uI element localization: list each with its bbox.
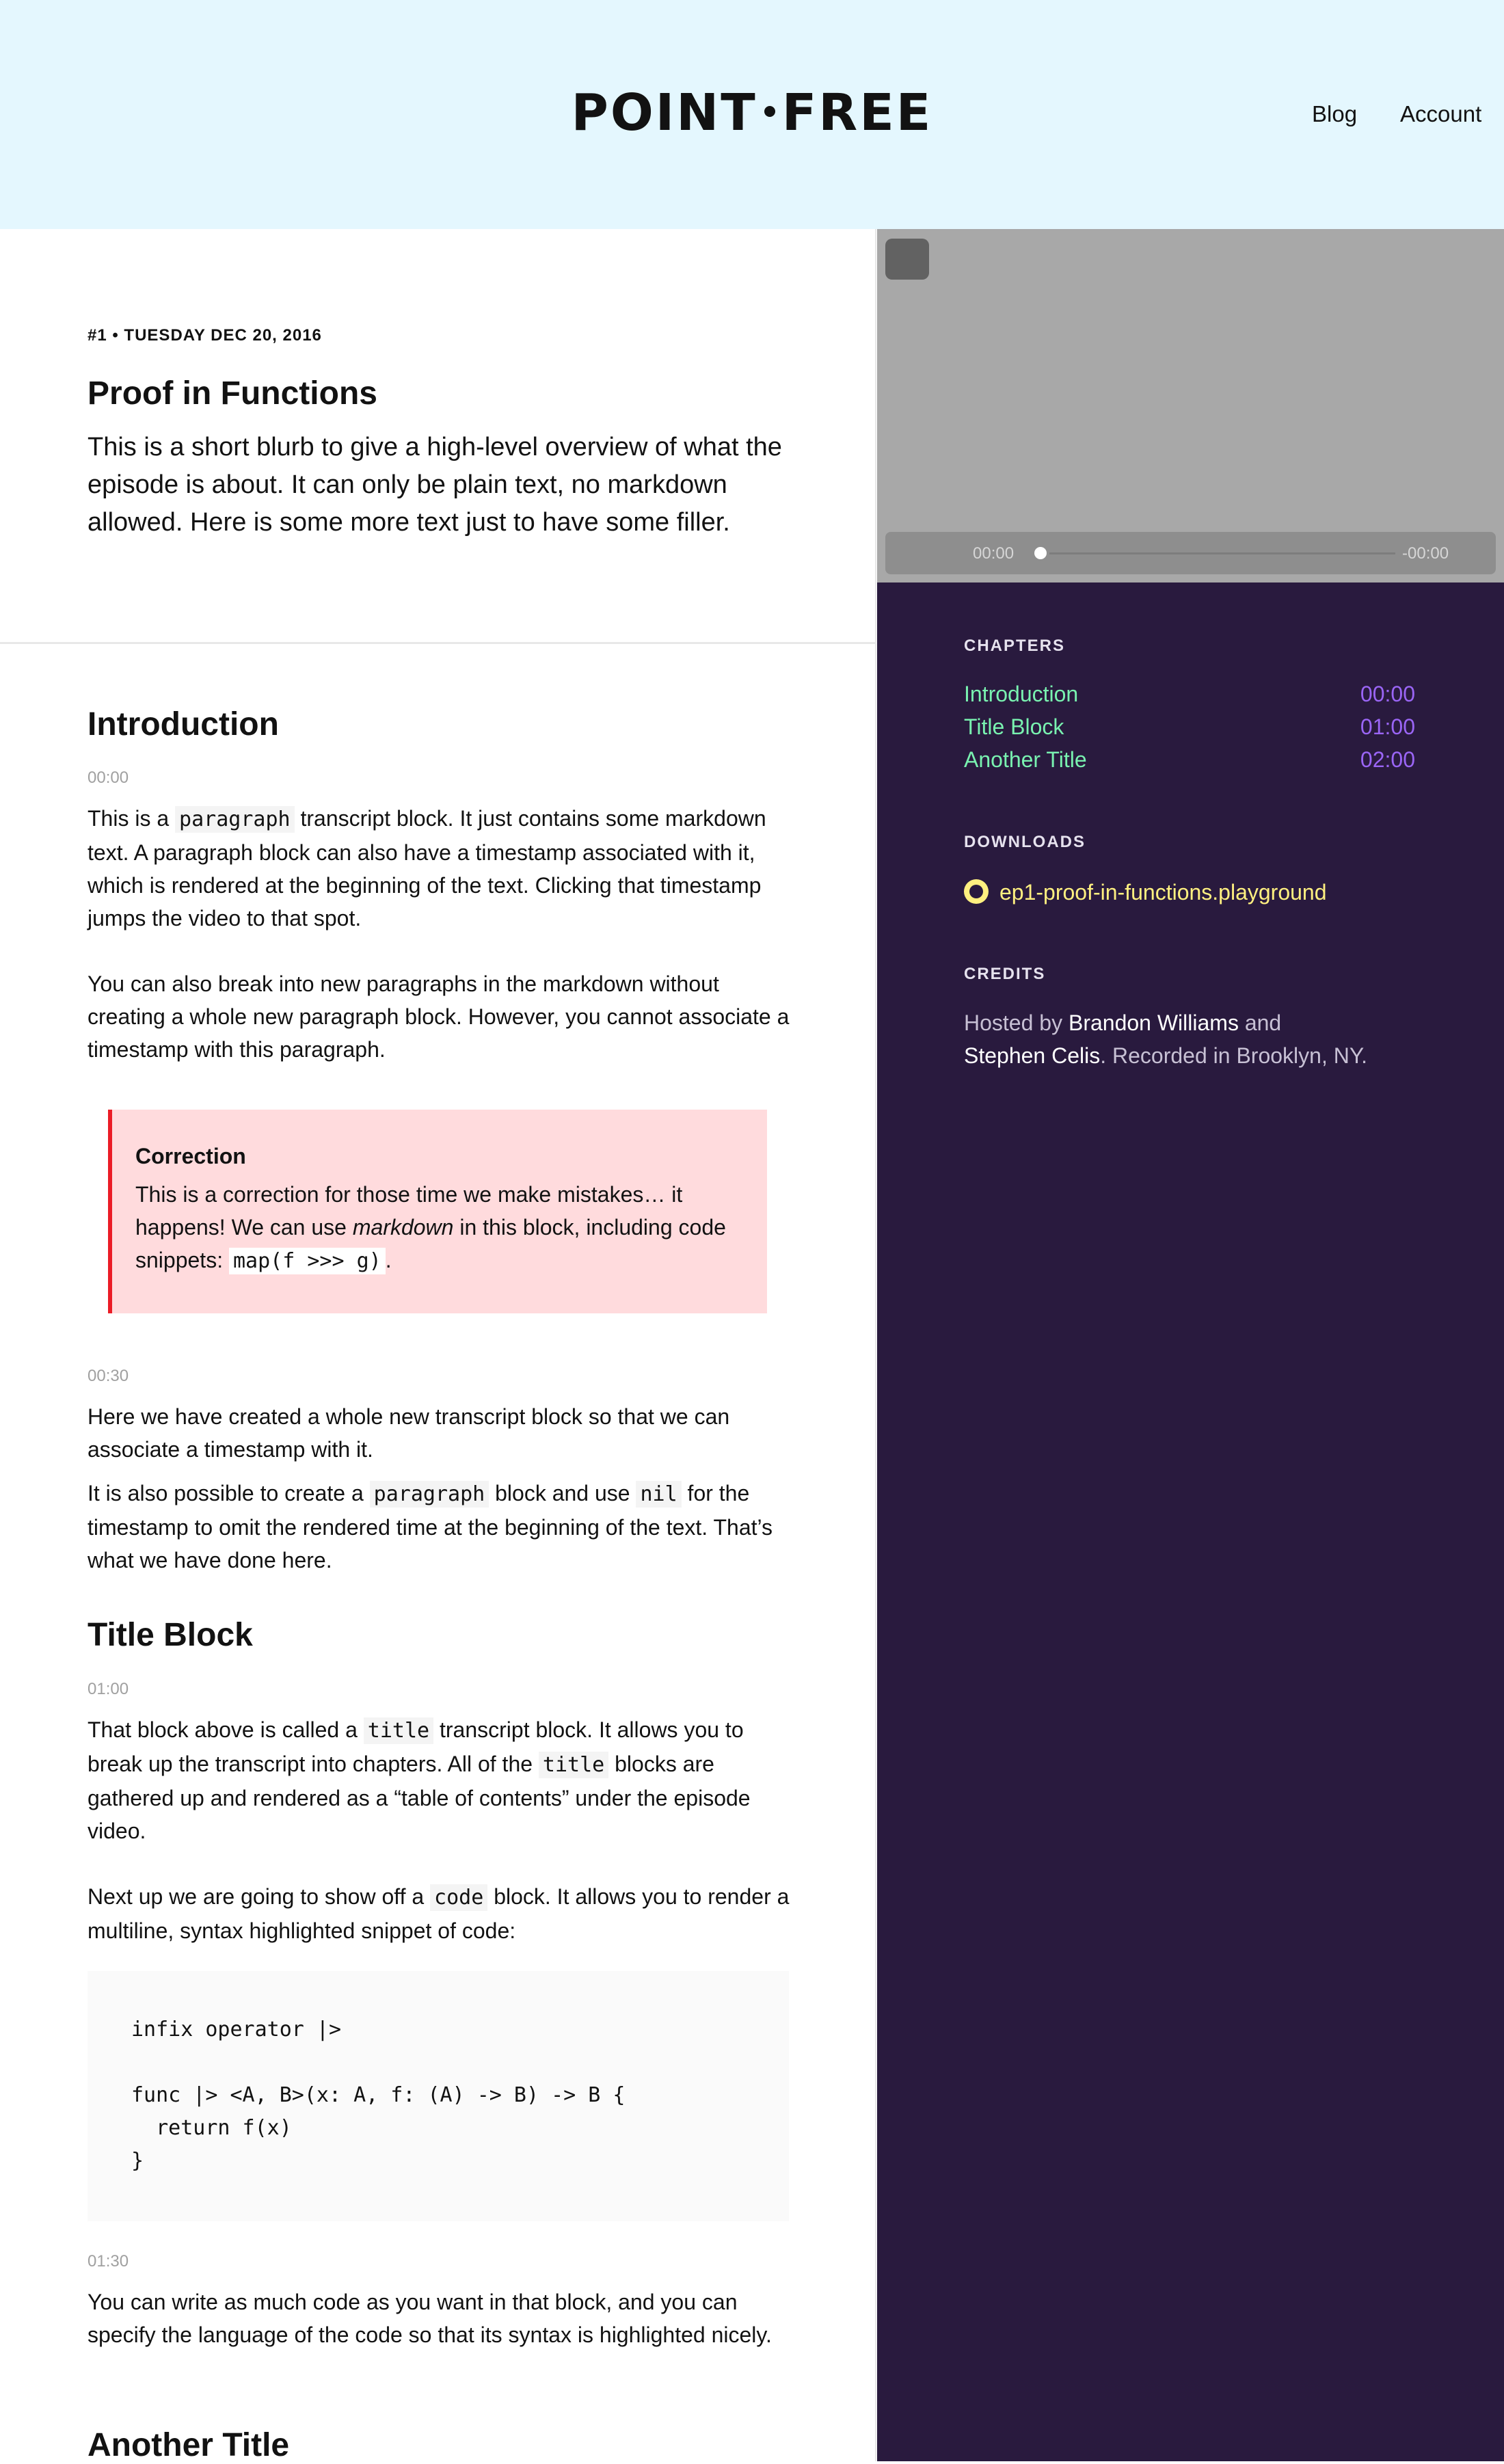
transcript-paragraph-intro-1: This is a paragraph transcript block. It… — [88, 806, 766, 930]
chapters-heading: CHAPTERS — [964, 637, 1066, 655]
episode-title: Proof in Functions — [88, 375, 377, 412]
correction-block: Correction This is a correction for thos… — [108, 1110, 767, 1313]
download-link[interactable]: ep1-proof-in-functions.playground — [964, 879, 1327, 907]
credits-heading: CREDITS — [964, 965, 1046, 983]
inline-code: paragraph — [369, 1481, 489, 1508]
inline-code: code — [430, 1884, 488, 1911]
transcript-timestamp-0100[interactable]: 01:00 — [88, 1680, 129, 1699]
header-divider — [0, 642, 875, 644]
scrubber-handle[interactable] — [1034, 547, 1047, 559]
inline-code: map(f >>> g) — [228, 1248, 386, 1274]
site-logo[interactable]: POINT FREE — [0, 83, 1504, 142]
transcript-paragraph-intro-2: You can also break into new paragraphs i… — [88, 972, 790, 1062]
episode-blurb: This is a short blurb to give a high-lev… — [88, 433, 782, 537]
video-current-time: 00:00 — [973, 544, 1015, 563]
inline-code: nil — [636, 1481, 682, 1508]
inline-code: title — [363, 1717, 434, 1744]
inline-code: title — [538, 1752, 609, 1778]
chapter-title[interactable]: Introduction — [964, 682, 1078, 706]
correction-body: This is a correction for those time we m… — [135, 1182, 726, 1274]
nav-blog-link[interactable]: Blog — [1312, 101, 1357, 127]
column-divider — [875, 229, 876, 2461]
chapter-timestamp[interactable]: 00:00 — [1360, 682, 1415, 707]
chapter-item[interactable]: Introduction 00:00 — [964, 682, 1415, 707]
chapter-title[interactable]: Another Title — [964, 747, 1087, 772]
transcript-paragraph-block2-2: It is also possible to create a paragrap… — [88, 1481, 773, 1572]
transcript-heading-another-title: Another Title — [88, 2427, 290, 2463]
transcript-heading-introduction: Introduction — [88, 706, 279, 742]
credits-text: Hosted by Brandon Williams and Stephen Ce… — [964, 1010, 1367, 1068]
correction-title: Correction — [135, 1144, 246, 1168]
transcript-paragraph-block2-1: Here we have created a whole new transcr… — [88, 1404, 730, 1462]
transcript-paragraph-title-2: Next up we are going to show off a code … — [88, 1884, 790, 1943]
chapter-timestamp[interactable]: 02:00 — [1360, 747, 1415, 773]
episode-meta: #1 • TUESDAY DEC 20, 2016 — [88, 326, 322, 345]
logo-text-free: FREE — [781, 83, 933, 142]
transcript-heading-title-block: Title Block — [88, 1617, 253, 1653]
chapter-item[interactable]: Another Title 02:00 — [964, 747, 1415, 773]
logo-dot-icon — [764, 106, 775, 118]
transcript-paragraph-title-1: That block above is called a title trans… — [88, 1717, 751, 1843]
chapter-title[interactable]: Title Block — [964, 714, 1064, 739]
chapter-timestamp[interactable]: 01:00 — [1360, 714, 1415, 740]
transcript-paragraph-block4-1: You can write as much code as you want i… — [88, 2290, 772, 2347]
play-button[interactable] — [885, 239, 929, 280]
logo-text-point: POINT — [571, 83, 757, 142]
downloads-heading: DOWNLOADS — [964, 833, 1086, 851]
download-filename[interactable]: ep1-proof-in-functions.playground — [999, 880, 1327, 905]
chapter-item[interactable]: Title Block 01:00 — [964, 714, 1415, 740]
transcript-timestamp-intro[interactable]: 00:00 — [88, 768, 129, 788]
nav-account-link[interactable]: Account — [1400, 101, 1481, 127]
github-icon — [964, 879, 989, 904]
video-remaining-time: -00:00 — [1402, 544, 1449, 563]
site-header: POINT FREE Blog Account — [0, 0, 1504, 229]
video-controls: 00:00 -00:00 — [885, 532, 1496, 574]
host-name: Stephen Celis — [964, 1043, 1101, 1068]
code-block: infix operator |> func |> <A, B>(x: A, f… — [88, 1971, 789, 2221]
inline-code: paragraph — [175, 806, 295, 833]
transcript-timestamp-0130[interactable]: 01:30 — [88, 2252, 129, 2271]
code-snippet: infix operator |> func |> <A, B>(x: A, f… — [131, 2018, 626, 2173]
episode-sidebar: CHAPTERS Introduction 00:00 Title Block … — [877, 582, 1504, 2461]
scrubber-track[interactable] — [1049, 552, 1395, 554]
host-name: Brandon Williams — [1068, 1010, 1239, 1035]
video-player[interactable]: 00:00 -00:00 — [877, 229, 1504, 582]
transcript-timestamp-0030[interactable]: 00:30 — [88, 1367, 129, 1386]
